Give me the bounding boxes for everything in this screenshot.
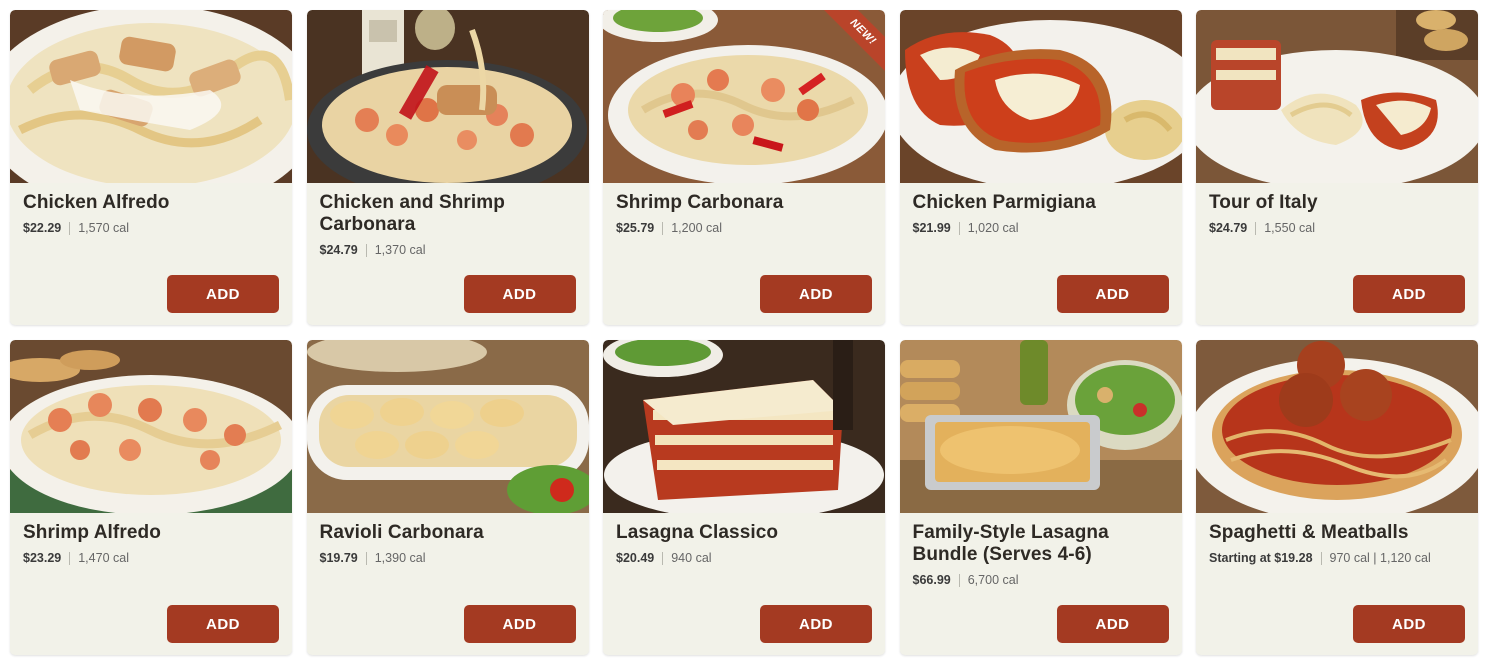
item-price: $66.99: [912, 573, 951, 587]
add-button[interactable]: ADD: [1353, 275, 1465, 313]
chicken-alfredo-photo[interactable]: [10, 10, 292, 183]
item-meta: $21.99 1,020 cal: [913, 221, 1169, 235]
ravioli-carbonara-photo[interactable]: [306, 340, 589, 513]
divider: [958, 573, 960, 587]
lasagna-classico-photo[interactable]: [603, 340, 885, 513]
item-price: $19.79: [319, 551, 358, 565]
item-meta: $22.29 1,570 cal: [23, 221, 279, 235]
divider: [69, 551, 71, 565]
menu-card-spaghetti-meatballs[interactable]: Spaghetti & Meatballs Starting at $19.28…: [1196, 340, 1478, 655]
item-meta: $25.79 1,200 cal: [616, 221, 872, 235]
item-price: $22.29: [23, 221, 62, 235]
item-calories: 1,200 cal: [671, 221, 722, 235]
chicken-shrimp-carbonara-photo[interactable]: [306, 10, 589, 183]
item-calories: 1,370 cal: [374, 243, 426, 257]
menu-card-chicken-alfredo[interactable]: Chicken Alfredo $22.29 1,570 cal ADD: [10, 10, 292, 325]
add-button[interactable]: ADD: [1056, 275, 1169, 313]
tour-of-italy-photo[interactable]: [1196, 10, 1478, 183]
item-price: $25.79: [616, 221, 655, 235]
item-name[interactable]: Ravioli Carbonara: [320, 522, 576, 544]
spaghetti-meatballs-photo[interactable]: [1196, 340, 1478, 513]
menu-card-tour-of-italy[interactable]: Tour of Italy $24.79 1,550 cal ADD: [1196, 10, 1478, 325]
menu-card-chicken-shrimp-carbonara[interactable]: Chicken and Shrimp Carbonara $24.79 1,37…: [306, 10, 589, 325]
item-price: $24.79: [1209, 221, 1248, 235]
item-meta: $24.79 1,550 cal: [1209, 221, 1465, 235]
item-meta: $23.29 1,470 cal: [23, 551, 279, 565]
item-calories: 1,020 cal: [967, 221, 1019, 235]
item-price: $24.79: [319, 243, 358, 257]
menu-card-chicken-parmigiana[interactable]: Chicken Parmigiana $21.99 1,020 cal ADD: [899, 10, 1182, 325]
menu-card-shrimp-carbonara[interactable]: NEW! Shrimp Carbonara $25.79 1,200 cal A…: [603, 10, 885, 325]
menu-grid: Chicken Alfredo $22.29 1,570 cal ADD Chi…: [10, 10, 1478, 655]
shrimp-carbonara-photo[interactable]: NEW!: [603, 10, 885, 183]
divider: [662, 551, 664, 565]
item-name[interactable]: Shrimp Alfredo: [23, 522, 279, 544]
item-price: $21.99: [912, 221, 951, 235]
menu-card-lasagna-classico[interactable]: Lasagna Classico $20.49 940 cal ADD: [603, 340, 885, 655]
item-name[interactable]: Shrimp Carbonara: [616, 192, 872, 214]
divider: [365, 243, 367, 257]
add-button[interactable]: ADD: [463, 275, 576, 313]
divider: [662, 221, 664, 235]
item-calories: 940 cal: [671, 551, 712, 565]
divider: [365, 551, 367, 565]
divider: [958, 221, 960, 235]
menu-card-ravioli-carbonara[interactable]: Ravioli Carbonara $19.79 1,390 cal ADD: [306, 340, 589, 655]
item-meta: $24.79 1,370 cal: [320, 243, 576, 257]
item-name[interactable]: Chicken Parmigiana: [913, 192, 1169, 214]
add-button[interactable]: ADD: [760, 605, 872, 643]
add-button[interactable]: ADD: [1056, 605, 1169, 643]
divider: [69, 221, 71, 235]
item-price: Starting at $19.28: [1209, 551, 1313, 565]
chicken-parmigiana-photo[interactable]: [899, 10, 1182, 183]
family-lasagna-bundle-photo[interactable]: [899, 340, 1182, 513]
item-name[interactable]: Chicken and Shrimp Carbonara: [320, 192, 576, 236]
item-calories: 970 cal | 1,120 cal: [1329, 551, 1431, 565]
item-price: $20.49: [616, 551, 655, 565]
item-meta: $20.49 940 cal: [616, 551, 872, 565]
item-price: $23.29: [23, 551, 62, 565]
menu-card-family-lasagna-bundle[interactable]: Family-Style Lasagna Bundle (Serves 4-6)…: [899, 340, 1182, 655]
item-calories: 6,700 cal: [967, 573, 1019, 587]
add-button[interactable]: ADD: [167, 275, 279, 313]
item-meta: Starting at $19.28 970 cal | 1,120 cal: [1209, 551, 1465, 565]
item-name[interactable]: Family-Style Lasagna Bundle (Serves 4-6): [913, 522, 1169, 566]
item-meta: $66.99 6,700 cal: [913, 573, 1169, 587]
shrimp-alfredo-photo[interactable]: [10, 340, 292, 513]
add-button[interactable]: ADD: [463, 605, 576, 643]
item-calories: 1,550 cal: [1264, 221, 1315, 235]
item-name[interactable]: Lasagna Classico: [616, 522, 872, 544]
item-name[interactable]: Tour of Italy: [1209, 192, 1465, 214]
item-name[interactable]: Chicken Alfredo: [23, 192, 279, 214]
menu-card-shrimp-alfredo[interactable]: Shrimp Alfredo $23.29 1,470 cal ADD: [10, 340, 292, 655]
item-calories: 1,390 cal: [374, 551, 426, 565]
divider: [1320, 551, 1322, 565]
divider: [1255, 221, 1257, 235]
item-meta: $19.79 1,390 cal: [320, 551, 576, 565]
item-calories: 1,470 cal: [78, 551, 129, 565]
add-button[interactable]: ADD: [1353, 605, 1465, 643]
add-button[interactable]: ADD: [167, 605, 279, 643]
item-name[interactable]: Spaghetti & Meatballs: [1209, 522, 1465, 544]
add-button[interactable]: ADD: [760, 275, 872, 313]
item-calories: 1,570 cal: [78, 221, 129, 235]
